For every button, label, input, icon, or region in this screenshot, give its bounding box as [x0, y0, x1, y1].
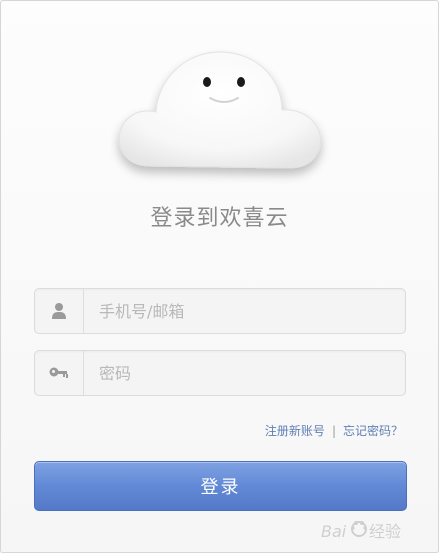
register-link[interactable]: 注册新账号: [265, 424, 325, 438]
account-links: 注册新账号 | 忘记密码？: [265, 422, 403, 439]
user-icon: [35, 289, 84, 333]
link-separator: |: [331, 424, 336, 438]
key-icon: [35, 351, 84, 395]
svg-text:经验: 经验: [369, 522, 401, 541]
svg-text:Bai: Bai: [321, 522, 347, 541]
cloud-mascot-logo: [110, 38, 332, 188]
account-input[interactable]: [84, 289, 399, 333]
password-input[interactable]: [84, 351, 399, 395]
forgot-password-link[interactable]: 忘记密码？: [343, 424, 403, 438]
login-button[interactable]: 登录: [34, 461, 407, 511]
password-field[interactable]: [34, 350, 406, 396]
account-field[interactable]: [34, 288, 406, 334]
baidu-watermark-logo: Bai 经验: [321, 513, 431, 549]
page-title: 登录到欢喜云: [150, 206, 289, 231]
